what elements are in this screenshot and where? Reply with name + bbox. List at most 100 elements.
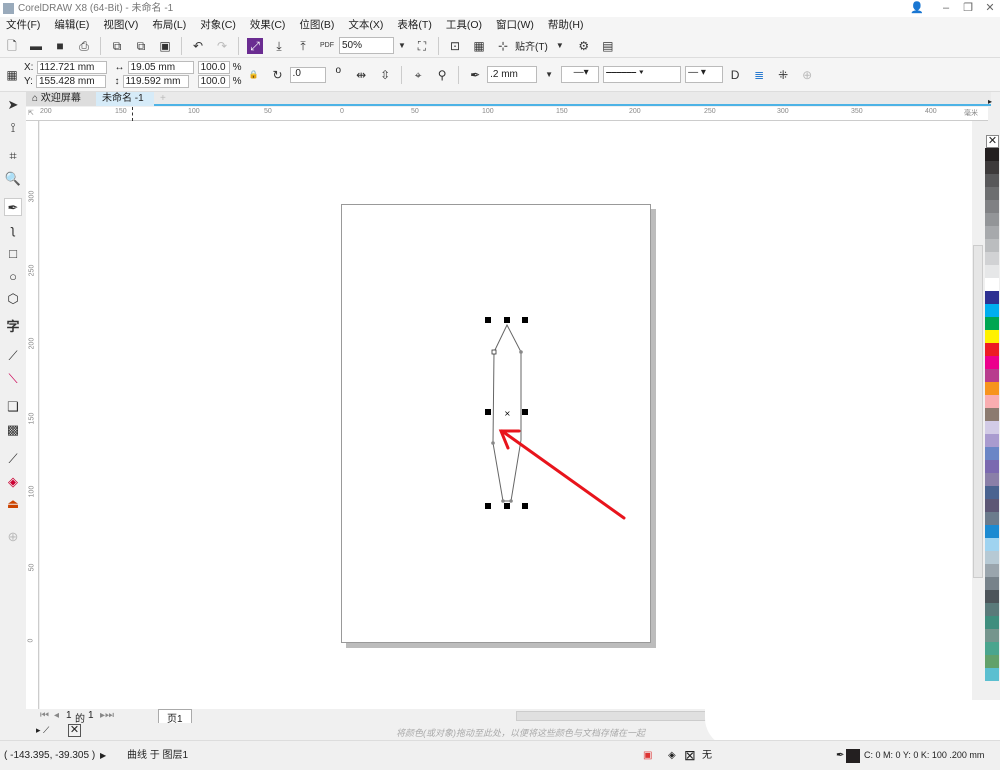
cut-icon[interactable]: ⧉ (109, 38, 125, 54)
mirror-vertical-icon[interactable]: ⇳ (377, 67, 393, 83)
outline-color-swatch[interactable] (846, 749, 860, 763)
color-swatch[interactable] (985, 252, 999, 265)
color-swatch[interactable] (985, 629, 999, 642)
color-swatch[interactable] (985, 655, 999, 668)
scale-x-field[interactable]: 100.0 (197, 61, 230, 74)
text-tool-icon[interactable]: 字 (4, 318, 22, 336)
interactive-fill-tool-icon[interactable]: ◈ (4, 473, 22, 491)
color-swatch[interactable] (985, 213, 999, 226)
color-swatch[interactable] (985, 291, 999, 304)
pick-tool-icon[interactable]: ➤ (4, 96, 22, 114)
print-icon[interactable]: ⎙ (76, 38, 92, 54)
horizontal-ruler[interactable]: ⇱ 200 150 100 50 0 50 100 150 200 250 30… (26, 107, 988, 121)
color-swatch[interactable] (985, 200, 999, 213)
rulers-icon[interactable]: ⊡ (447, 38, 463, 54)
color-swatch[interactable] (985, 538, 999, 551)
color-swatch[interactable] (985, 434, 999, 447)
import-icon[interactable]: ⤓ (271, 38, 287, 54)
wrap-text-icon[interactable]: ≣ (751, 67, 767, 83)
menu-layout[interactable]: 布局(L) (152, 17, 194, 34)
chevron-down-icon[interactable]: ▼ (552, 38, 568, 54)
lock-ratio-icon[interactable]: 🔒 (246, 67, 262, 83)
polygon-tool-icon[interactable]: ⬡ (4, 290, 22, 308)
color-swatch[interactable] (985, 486, 999, 499)
line-style-select[interactable]: ⎯⎯⎯⎯⎯⎯ ▾ (603, 66, 682, 83)
menu-bitmaps[interactable]: 位图(B) (299, 17, 342, 34)
paste-icon[interactable]: ▣ (157, 38, 173, 54)
vertical-scrollbar[interactable] (973, 245, 983, 578)
menu-object[interactable]: 对象(C) (200, 17, 244, 34)
snap-to-button[interactable]: 贴齐(T) (515, 38, 548, 53)
color-swatch[interactable] (985, 343, 999, 356)
menu-view[interactable]: 视图(V) (103, 17, 146, 34)
maximize-button[interactable]: ❐ (957, 0, 979, 17)
zoom-tool-icon[interactable]: 🔍 (4, 170, 22, 188)
color-swatch[interactable] (985, 161, 999, 174)
prev-page-icon[interactable]: ◂ (54, 710, 59, 721)
color-swatch[interactable] (985, 278, 999, 291)
color-swatch[interactable] (985, 382, 999, 395)
mirror-horizontal-icon[interactable]: ⇹ (353, 67, 369, 83)
color-swatch[interactable] (985, 421, 999, 434)
pen-tool-icon[interactable]: ✒ (4, 198, 22, 216)
transparency-tool-icon[interactable]: ▩ (4, 421, 22, 439)
drop-shadow-tool-icon[interactable]: ❑ (4, 398, 22, 416)
new-tab-icon[interactable]: + (154, 92, 172, 106)
eyedropper-tool-icon[interactable]: ⟋ (4, 450, 22, 468)
color-swatch[interactable] (985, 577, 999, 590)
color-swatch[interactable] (985, 590, 999, 603)
add-icon[interactable]: ⊕ (799, 67, 815, 83)
no-color-swatch[interactable]: ✕ (986, 135, 999, 148)
color-swatch[interactable] (985, 499, 999, 512)
object-origin-icon[interactable]: ▦ (4, 67, 20, 83)
color-swatch[interactable] (985, 239, 999, 252)
menu-edit[interactable]: 编辑(E) (54, 17, 97, 34)
color-swatch[interactable] (985, 551, 999, 564)
chevron-down-icon[interactable]: ▼ (394, 38, 410, 54)
outline-width-select[interactable]: .2 mm (487, 66, 538, 83)
menu-file[interactable]: 文件(F) (6, 17, 48, 34)
open-icon[interactable]: ▬ (28, 38, 44, 54)
shape-tool-icon[interactable]: ⟟ (4, 119, 22, 137)
color-swatch[interactable] (985, 525, 999, 538)
color-swatch[interactable] (985, 317, 999, 330)
color-swatch[interactable] (985, 304, 999, 317)
end-arrowhead-select[interactable]: — ▾ (685, 66, 724, 83)
menu-effects[interactable]: 效果(C) (250, 17, 294, 34)
color-swatch[interactable] (985, 642, 999, 655)
menu-help[interactable]: 帮助(H) (548, 17, 592, 34)
height-field[interactable]: 119.592 mm (122, 75, 189, 88)
undo-icon[interactable]: ↶ (190, 38, 206, 54)
chevron-down-icon[interactable]: ▼ (541, 67, 557, 83)
y-position-field[interactable]: 155.428 mm (35, 75, 106, 88)
next-page-icon[interactable]: ▸⏭ (100, 710, 114, 721)
save-icon[interactable]: ■ (52, 38, 68, 54)
menu-text[interactable]: 文本(X) (348, 17, 391, 34)
extract-subpath-icon[interactable]: ⁜ (775, 67, 791, 83)
smart-fill-tool-icon[interactable]: ⏏ (4, 495, 22, 513)
vertical-ruler[interactable]: 300 250 200 150 100 50 0 (26, 121, 39, 709)
color-swatch[interactable] (985, 616, 999, 629)
guidelines-icon[interactable]: ⊹ (495, 38, 511, 54)
menu-window[interactable]: 窗口(W) (496, 17, 542, 34)
menu-table[interactable]: 表格(T) (397, 17, 439, 34)
color-swatch[interactable] (985, 226, 999, 239)
color-swatch[interactable] (985, 265, 999, 278)
first-page-icon[interactable]: ⏮ (40, 710, 49, 721)
grid-icon[interactable]: ▦ (471, 38, 487, 54)
ellipse-tool-icon[interactable]: ○ (4, 268, 22, 286)
x-position-field[interactable]: 112.721 mm (36, 61, 107, 74)
palette-menu-icon[interactable]: ▸ ⟋ (36, 725, 49, 736)
application-launcher-icon[interactable]: ▤ (600, 38, 616, 54)
color-swatch[interactable] (985, 174, 999, 187)
color-swatch[interactable] (985, 148, 999, 161)
close-curve-icon[interactable]: D (727, 67, 743, 83)
color-swatch[interactable] (985, 187, 999, 200)
ruler-origin-icon[interactable]: ⇱ (28, 109, 34, 117)
publish-pdf-icon[interactable]: PDF (319, 38, 335, 54)
width-field[interactable]: 19.05 mm (127, 61, 194, 74)
color-swatch[interactable] (985, 603, 999, 616)
close-button[interactable]: ✕ (979, 0, 1000, 17)
copy-icon[interactable]: ⧉ (133, 38, 149, 54)
color-swatch[interactable] (985, 395, 999, 408)
